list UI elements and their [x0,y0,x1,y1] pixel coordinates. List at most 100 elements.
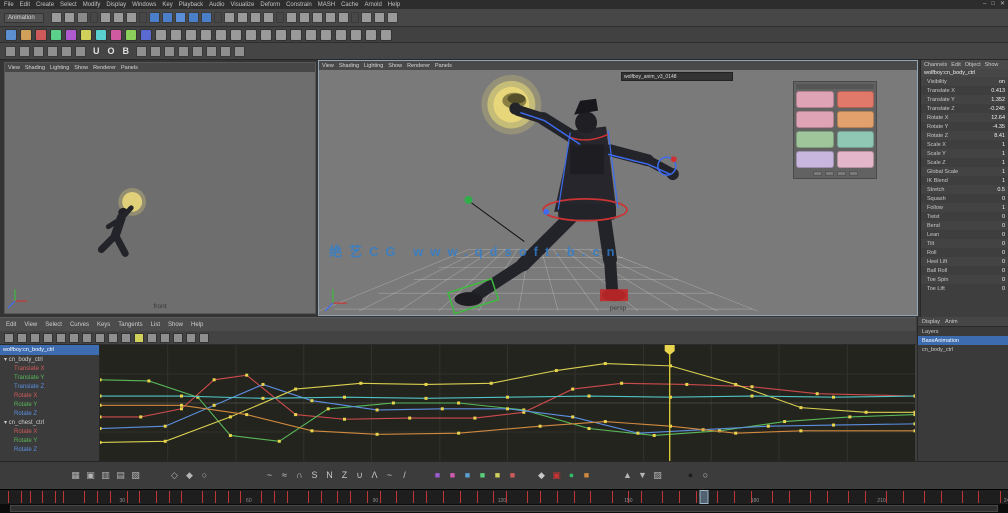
channel-value-field[interactable]: 0.413 [991,88,1005,94]
channel-row[interactable]: Rotate Y -4.35 [921,122,1008,131]
keyframe-tick[interactable] [240,491,241,503]
status-icon[interactable] [100,12,111,23]
viewport-menu-item[interactable]: Panels [435,63,452,69]
graph-editor-icon[interactable] [30,333,40,343]
keyframe-tick[interactable] [169,491,170,503]
viewport-menu-item[interactable]: Lighting [50,65,69,71]
channel-value-field[interactable]: 1 [1002,160,1005,166]
keyframe-tick[interactable] [865,491,866,503]
color-swatch[interactable] [796,111,834,128]
viewport-front[interactable]: ViewShadingLightingShowRendererPanels [4,62,316,314]
channel-row[interactable]: Scale Z 1 [921,158,1008,167]
keyframe-tick[interactable] [228,491,229,503]
keyframe-tick[interactable] [886,491,887,503]
color-swatch[interactable] [796,151,834,168]
keyframe-tick[interactable] [493,491,494,503]
keyframe-tick[interactable] [380,491,381,503]
menu-item[interactable]: Create [36,2,54,8]
animation-toolbar-icon[interactable]: ∪ [352,468,367,483]
animation-toolbar-icon[interactable]: N [322,468,337,483]
graph-editor-icon[interactable] [17,333,27,343]
tool-icon[interactable] [5,46,16,57]
tool-icon[interactable] [192,46,203,57]
status-icon[interactable] [374,12,385,23]
viewport-menu-item[interactable]: Show [388,63,402,69]
channel-value-field[interactable]: 1 [1002,178,1005,184]
channel-value-field[interactable]: 0 [1002,250,1005,256]
menu-item[interactable]: Edit [20,2,30,8]
animation-toolbar-icon[interactable]: ~ [262,468,277,483]
status-icon[interactable] [224,12,235,23]
shelf-icon[interactable] [50,29,62,41]
status-icon[interactable] [312,12,323,23]
outliner-channel-row[interactable]: ▾ cn_body_ctrl [0,355,99,364]
status-icon[interactable] [387,12,398,23]
channel-row[interactable]: Tilt 0 [921,239,1008,248]
channel-value-field[interactable]: 1 [1002,151,1005,157]
shelf-icon[interactable] [35,29,47,41]
channel-row[interactable]: Squash 0 [921,194,1008,203]
menu-item[interactable]: Display [106,2,126,8]
graph-editor-icon[interactable] [134,333,144,343]
keyframe-tick[interactable] [506,491,507,503]
channel-value-field[interactable]: 0.5 [997,187,1005,193]
color-swatch[interactable] [837,91,875,108]
snap-toggle[interactable]: O [108,43,115,60]
channel-row[interactable]: Translate Y 1.352 [921,95,1008,104]
animation-toolbar-icon[interactable] [143,468,167,483]
channel-value-field[interactable]: 1.352 [991,97,1005,103]
shelf-icon[interactable] [215,29,227,41]
status-icon[interactable] [64,12,75,23]
graph-editor-canvas[interactable] [100,345,915,461]
outliner-channel-row[interactable]: Translate Z [0,382,99,391]
animation-toolbar-icon[interactable]: ▤ [113,468,128,483]
keyframe-tick[interactable] [460,491,461,503]
viewport-menu-item[interactable]: Lighting [364,63,383,69]
animation-toolbar-icon[interactable]: ▥ [98,468,113,483]
shelf-icon[interactable] [20,29,32,41]
outliner-channel-row[interactable]: Rotate X [0,391,99,400]
outliner-channel-row[interactable]: Translate Y [0,373,99,382]
status-icon[interactable] [361,12,372,23]
menu-item[interactable]: Arnold [364,2,381,8]
shelf-icon[interactable] [80,29,92,41]
color-swatch[interactable] [837,131,875,148]
keyframe-tick[interactable] [612,491,613,503]
animation-toolbar-icon[interactable]: ■ [579,468,594,483]
status-icon[interactable] [149,12,160,23]
graph-editor-menu-item[interactable]: View [24,322,37,328]
graph-editor-icon[interactable] [43,333,53,343]
menu-item[interactable]: Visualize [230,2,254,8]
tool-icon[interactable] [150,46,161,57]
menu-item[interactable]: Key [162,2,172,8]
palette-button[interactable] [837,171,846,176]
snap-toggle[interactable]: U [93,43,100,60]
animation-toolbar-icon[interactable]: ▲ [620,468,635,483]
animation-toolbar-icon[interactable]: ■ [430,468,445,483]
animation-toolbar-icon[interactable]: Λ [367,468,382,483]
animation-toolbar-icon[interactable] [212,468,262,483]
channel-value-field[interactable]: 1 [1002,169,1005,175]
graph-editor-menu-item[interactable]: Edit [6,322,16,328]
keyframe-tick[interactable] [308,491,309,503]
status-icon[interactable] [276,12,284,23]
animation-toolbar-icon[interactable]: ▨ [650,468,665,483]
shelf-icon[interactable] [290,29,302,41]
keyframe-tick[interactable] [772,491,773,503]
character-rig[interactable] [455,99,679,306]
viewport-menu-item[interactable]: Panels [121,65,138,71]
menu-item[interactable]: Deform [260,2,280,8]
channel-value-field[interactable]: on [999,79,1005,85]
shelf-icon[interactable] [350,29,362,41]
shelf-icon[interactable] [155,29,167,41]
channel-row[interactable]: Visibility on [921,77,1008,86]
animation-toolbar-icon[interactable] [412,468,430,483]
graph-editor-icon[interactable] [173,333,183,343]
menu-item[interactable]: Windows [132,2,156,8]
keyframe-tick[interactable] [1000,491,1001,503]
keyframe-tick[interactable] [590,491,591,503]
channel-value-field[interactable]: 0 [1002,232,1005,238]
animation-toolbar-icon[interactable]: ◆ [534,468,549,483]
status-icon[interactable] [237,12,248,23]
viewport-menu-item[interactable]: Renderer [407,63,430,69]
